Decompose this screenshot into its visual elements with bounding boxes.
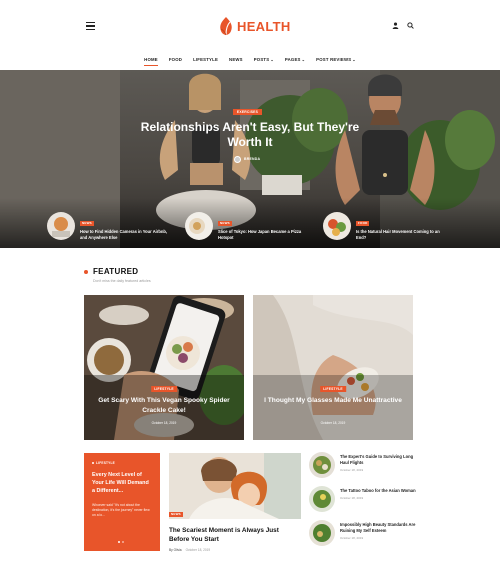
nav-item-food[interactable]: FOOD xyxy=(169,56,182,66)
slider-dot[interactable] xyxy=(122,541,124,543)
card-photo xyxy=(253,295,413,440)
post-author[interactable]: By Olivia xyxy=(169,548,182,552)
card-date: October 18, 2019 xyxy=(320,421,346,425)
bullet-dot-icon xyxy=(84,269,88,274)
card-photo xyxy=(84,295,244,440)
section-subtitle: Don't miss the daily featured articles xyxy=(93,279,151,283)
hero-title[interactable]: Relationships Aren't Easy, But They're W… xyxy=(130,120,370,150)
nav-label: POST REVIEWS xyxy=(316,57,352,62)
user-icon[interactable] xyxy=(392,22,399,29)
hero-post-1[interactable]: NEWS How to Find Hidden Cameras in Your … xyxy=(47,211,175,241)
post-card[interactable]: NEWS The Scariest Moment is Always Just … xyxy=(169,453,301,553)
nav-label: NEWS xyxy=(229,57,243,62)
bullet-dot-icon xyxy=(92,462,94,464)
featured-card-2[interactable]: LIFESTYLE I Thought My Glasses Made Me U… xyxy=(253,295,413,440)
author-name: BRENDA xyxy=(244,157,261,161)
nav-label: HOME xyxy=(144,57,158,62)
list-item[interactable]: The Tattoo Taboo for the Asian Woman Oct… xyxy=(309,486,417,512)
featured-card-1[interactable]: LIFESTYLE Get Scary With This Vegan Spoo… xyxy=(84,295,244,440)
category-label: LIFESTYLE xyxy=(96,461,115,465)
post-thumbnail xyxy=(47,212,75,240)
nav-item-post-reviews[interactable]: POST REVIEWS⌄ xyxy=(316,56,356,66)
hero-post-2[interactable]: NEWS Slice of Tokyo: How Japan Became a … xyxy=(185,211,313,241)
nav-item-lifestyle[interactable]: LIFESTYLE xyxy=(193,56,218,66)
main-nav: HOME FOOD LIFESTYLE NEWS POSTS⌄ PAGES⌄ P… xyxy=(0,56,500,68)
featured-section-heading: FEATURED xyxy=(84,267,138,276)
list-item[interactable]: The Expert's Guide to Surviving Long Hau… xyxy=(309,452,417,478)
avatar xyxy=(234,155,241,163)
card-date: October 18, 2019 xyxy=(151,421,177,425)
chevron-down-icon: ⌄ xyxy=(270,57,274,62)
post-date: October 18, 2019 xyxy=(340,468,364,472)
card-title[interactable]: Every Next Level of Your Life Will Deman… xyxy=(92,471,152,495)
post-thumbnail xyxy=(309,520,335,546)
nav-item-posts[interactable]: POSTS⌄ xyxy=(254,56,274,66)
category-badge[interactable]: NEWS xyxy=(169,512,183,517)
post-image: NEWS xyxy=(169,453,301,519)
menu-icon[interactable] xyxy=(86,22,95,30)
post-thumbnail xyxy=(323,212,351,240)
post-title[interactable]: The Scariest Moment is Always Just Befor… xyxy=(169,526,289,544)
category-badge: NEWS xyxy=(80,221,94,226)
hero-post-3[interactable]: FOOD Is the Natural Hair Movement Coming… xyxy=(323,211,451,241)
category-badge[interactable]: LIFESTYLE xyxy=(151,386,177,392)
post-thumbnail xyxy=(185,212,213,240)
featured-text-card[interactable]: LIFESTYLE Every Next Level of Your Life … xyxy=(84,453,160,551)
category-badge[interactable]: LIFESTYLE xyxy=(320,386,346,392)
post-meta: By Olivia October 18, 2019 xyxy=(169,548,301,552)
chevron-down-icon: ⌄ xyxy=(301,57,306,62)
nav-item-home[interactable]: HOME xyxy=(144,56,158,66)
site-header: HEALTH xyxy=(0,0,500,52)
slider-dots[interactable] xyxy=(118,541,124,543)
category-badge: FOOD xyxy=(356,221,370,226)
brand-name: HEALTH xyxy=(237,18,291,34)
nav-label: FOOD xyxy=(168,57,183,62)
post-date: October 18, 2019 xyxy=(340,536,364,540)
post-thumbnail xyxy=(309,452,335,478)
post-date: October 18, 2019 xyxy=(185,548,211,552)
post-title: How to Find Hidden Cameras in Your Airbn… xyxy=(80,229,168,240)
section-title: FEATURED xyxy=(93,267,139,276)
post-title: The Tattoo Taboo for the Asian Woman xyxy=(340,488,416,493)
search-icon[interactable] xyxy=(407,22,414,29)
hero-category-badge[interactable]: EXERCISES xyxy=(233,109,262,115)
post-title: The Expert's Guide to Surviving Long Hau… xyxy=(340,454,414,465)
header-actions xyxy=(392,22,414,29)
chevron-down-icon: ⌄ xyxy=(352,57,356,62)
hero-author[interactable]: BRENDA xyxy=(234,155,260,163)
card-title[interactable]: Get Scary With This Vegan Spooky Spider … xyxy=(94,396,234,416)
category-badge: NEWS xyxy=(218,221,232,226)
card-title[interactable]: I Thought My Glasses Made Me Unattractiv… xyxy=(263,396,403,406)
slider-dot[interactable] xyxy=(118,541,120,543)
post-date: October 18, 2019 xyxy=(340,496,364,500)
nav-item-news[interactable]: NEWS xyxy=(229,56,243,66)
nav-label: PAGES xyxy=(284,57,301,62)
post-title: Is the Natural Hair Movement Coming to a… xyxy=(356,229,440,240)
list-item[interactable]: Impossibly High Beauty Standards Are Rui… xyxy=(309,520,417,546)
card-excerpt: Whoever said "It's not about the destina… xyxy=(92,503,150,518)
nav-item-pages[interactable]: PAGES⌄ xyxy=(285,56,305,66)
post-title: Impossibly High Beauty Standards Are Rui… xyxy=(340,522,416,533)
site-logo[interactable]: HEALTH xyxy=(218,14,291,38)
nav-label: POSTS xyxy=(253,57,270,62)
card-category[interactable]: LIFESTYLE xyxy=(92,461,152,465)
nav-label: LIFESTYLE xyxy=(193,57,219,62)
post-thumbnail xyxy=(309,486,335,512)
post-title: Slice of Tokyo: How Japan Became a Pizza… xyxy=(218,229,302,240)
leaf-logo-icon xyxy=(220,17,232,36)
